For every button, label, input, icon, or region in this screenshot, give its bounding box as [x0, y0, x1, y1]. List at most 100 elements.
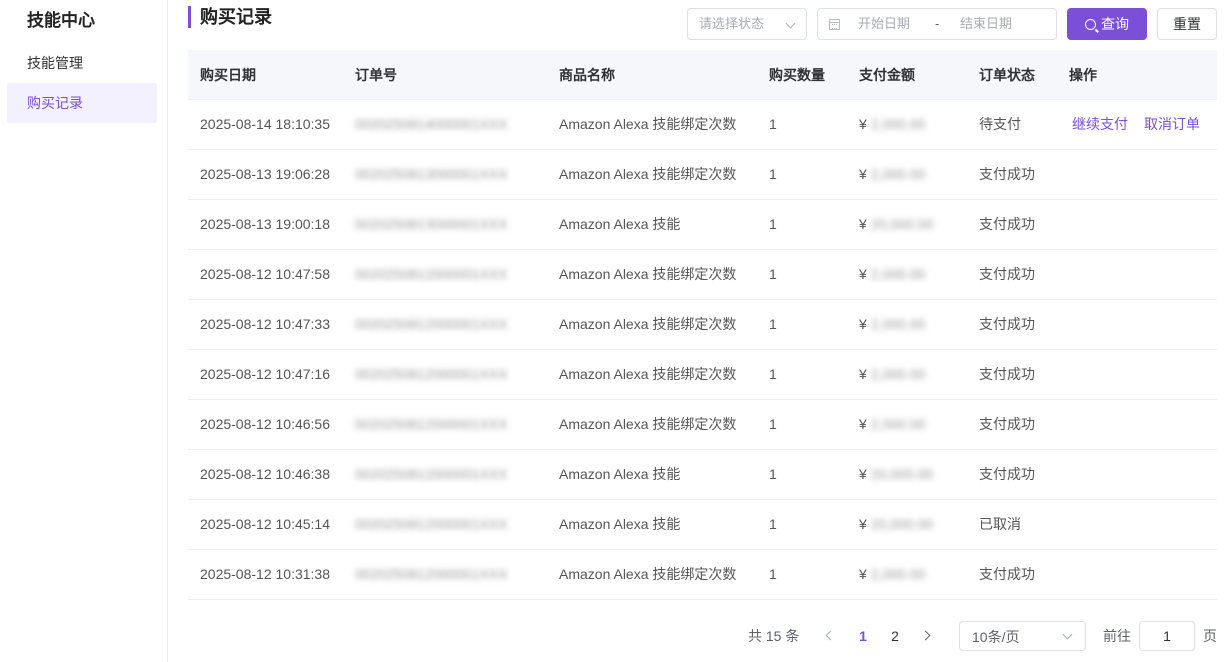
sidebar-title: 技能中心 [27, 11, 95, 30]
date-separator: - [935, 16, 940, 31]
sidebar: 技能中心 技能管理 购买记录 [0, 0, 168, 662]
page-size-select[interactable]: 10条/页 [959, 621, 1086, 651]
cell-date: 2025-08-13 19:06:28 [200, 166, 330, 182]
amount-value: 2,000.00 [870, 566, 926, 582]
query-button-label: 查询 [1101, 16, 1129, 32]
currency-symbol: ¥ [859, 266, 867, 282]
table-row: 2025-08-14 18:10:35 0020250814000001XXX Am… [188, 100, 1217, 150]
cell-actions [1057, 400, 1217, 449]
cell-status: 已取消 [979, 516, 1021, 532]
cell-order-no: 0020250812000001XXX [355, 566, 508, 582]
pagination-goto-input[interactable] [1139, 621, 1195, 651]
cell-date: 2025-08-12 10:47:58 [200, 266, 330, 282]
amount-value: 20,000.00 [870, 216, 934, 232]
cell-order-no: 0020250813000001XXX [355, 216, 508, 232]
cell-status: 待支付 [979, 116, 1021, 132]
table-row: 2025-08-12 10:31:38 0020250812000001XXX Am… [188, 550, 1217, 600]
cell-product: Amazon Alexa 技能 [559, 516, 681, 532]
cell-order-no: 0020250812000001XXX [355, 516, 508, 532]
query-button[interactable]: 查询 [1067, 8, 1147, 40]
amount-value: 20,000.00 [870, 516, 934, 532]
pagination-prev-button[interactable] [822, 621, 838, 651]
cell-date: 2025-08-12 10:31:38 [200, 566, 330, 582]
status-select[interactable]: 请选择状态 [687, 8, 807, 40]
cell-actions [1057, 450, 1217, 499]
currency-symbol: ¥ [859, 466, 867, 482]
table-row: 2025-08-12 10:47:58 0020250812000001XXX Am… [188, 250, 1217, 300]
chevron-left-icon [825, 630, 836, 641]
cell-actions [1057, 350, 1217, 399]
date-end-input[interactable]: 结束日期 [960, 9, 1012, 39]
cell-product: Amazon Alexa 技能绑定次数 [559, 166, 737, 182]
table-row: 2025-08-12 10:46:56 0020250812000001XXX Am… [188, 400, 1217, 450]
pagination-page-2[interactable]: 2 [885, 621, 905, 651]
page-title: 购买记录 [188, 6, 272, 28]
cell-product: Amazon Alexa 技能绑定次数 [559, 316, 737, 332]
cell-status: 支付成功 [979, 416, 1035, 432]
cell-product: Amazon Alexa 技能绑定次数 [559, 116, 737, 132]
cell-status: 支付成功 [979, 366, 1035, 382]
column-header-status: 订单状态 [979, 67, 1035, 83]
cell-actions [1057, 550, 1217, 599]
chevron-down-icon [1062, 629, 1073, 640]
cell-amount: ¥2,000.00 [847, 350, 967, 399]
cell-actions: 继续支付 取消订单 [1057, 100, 1217, 149]
amount-value: 2,000.00 [870, 266, 926, 282]
table-body: 2025-08-14 18:10:35 0020250814000001XXX Am… [188, 100, 1217, 600]
currency-symbol: ¥ [859, 566, 867, 582]
cell-status: 支付成功 [979, 266, 1035, 282]
sidebar-item-skill-management[interactable]: 技能管理 [7, 43, 157, 83]
cell-amount: ¥2,000.00 [847, 300, 967, 349]
cell-product: Amazon Alexa 技能绑定次数 [559, 266, 737, 282]
cell-date: 2025-08-12 10:47:33 [200, 316, 330, 332]
pagination-next-button[interactable] [920, 621, 936, 651]
cell-qty: 1 [769, 416, 777, 432]
cell-order-no: 0020250812000001XXX [355, 466, 508, 482]
currency-symbol: ¥ [859, 216, 867, 232]
cell-qty: 1 [769, 216, 777, 232]
column-header-actions: 操作 [1069, 67, 1097, 83]
page-size-label: 10条/页 [972, 629, 1020, 645]
cell-date: 2025-08-13 19:00:18 [200, 216, 330, 232]
cell-amount: ¥20,000.00 [847, 450, 967, 499]
search-icon [1085, 19, 1096, 30]
sidebar-item-purchase-records[interactable]: 购买记录 [7, 83, 157, 123]
currency-symbol: ¥ [859, 516, 867, 532]
cell-status: 支付成功 [979, 166, 1035, 182]
date-start-input[interactable]: 开始日期 [858, 9, 910, 39]
cell-date: 2025-08-12 10:46:56 [200, 416, 330, 432]
status-select-placeholder: 请选择状态 [699, 16, 765, 31]
cell-qty: 1 [769, 466, 777, 482]
cell-date: 2025-08-12 10:47:16 [200, 366, 330, 382]
chevron-down-icon [785, 18, 796, 29]
cell-order-no: 0020250813000001XXX [355, 166, 508, 182]
cell-product: Amazon Alexa 技能绑定次数 [559, 416, 737, 432]
table-row: 2025-08-12 10:45:14 0020250812000001XXX Am… [188, 500, 1217, 550]
continue-payment-link[interactable]: 继续支付 [1072, 116, 1128, 132]
amount-value: 20,000.00 [870, 466, 934, 482]
cell-actions [1057, 200, 1217, 249]
cell-actions [1057, 300, 1217, 349]
date-range-picker[interactable]: 开始日期 - 结束日期 [817, 8, 1057, 40]
cell-amount: ¥2,000.00 [847, 550, 967, 599]
column-header-amount: 支付金额 [859, 67, 915, 83]
reset-button[interactable]: 重置 [1157, 8, 1217, 40]
table-row: 2025-08-13 19:00:18 0020250813000001XXX Am… [188, 200, 1217, 250]
column-header-order-no: 订单号 [355, 67, 397, 83]
cell-qty: 1 [769, 566, 777, 582]
cell-amount: ¥2,000.00 [847, 250, 967, 299]
cell-order-no: 0020250812000001XXX [355, 316, 508, 332]
pagination-page-1[interactable]: 1 [853, 621, 873, 651]
cell-actions [1057, 250, 1217, 299]
currency-symbol: ¥ [859, 116, 867, 132]
column-header-product: 商品名称 [559, 67, 615, 83]
cell-amount: ¥2,000.00 [847, 150, 967, 199]
cell-status: 支付成功 [979, 566, 1035, 582]
currency-symbol: ¥ [859, 366, 867, 382]
cell-actions [1057, 500, 1217, 549]
table-row: 2025-08-12 10:47:16 0020250812000001XXX Am… [188, 350, 1217, 400]
cell-status: 支付成功 [979, 316, 1035, 332]
cell-order-no: 0020250812000001XXX [355, 416, 508, 432]
cancel-order-link[interactable]: 取消订单 [1144, 116, 1200, 132]
cell-qty: 1 [769, 316, 777, 332]
